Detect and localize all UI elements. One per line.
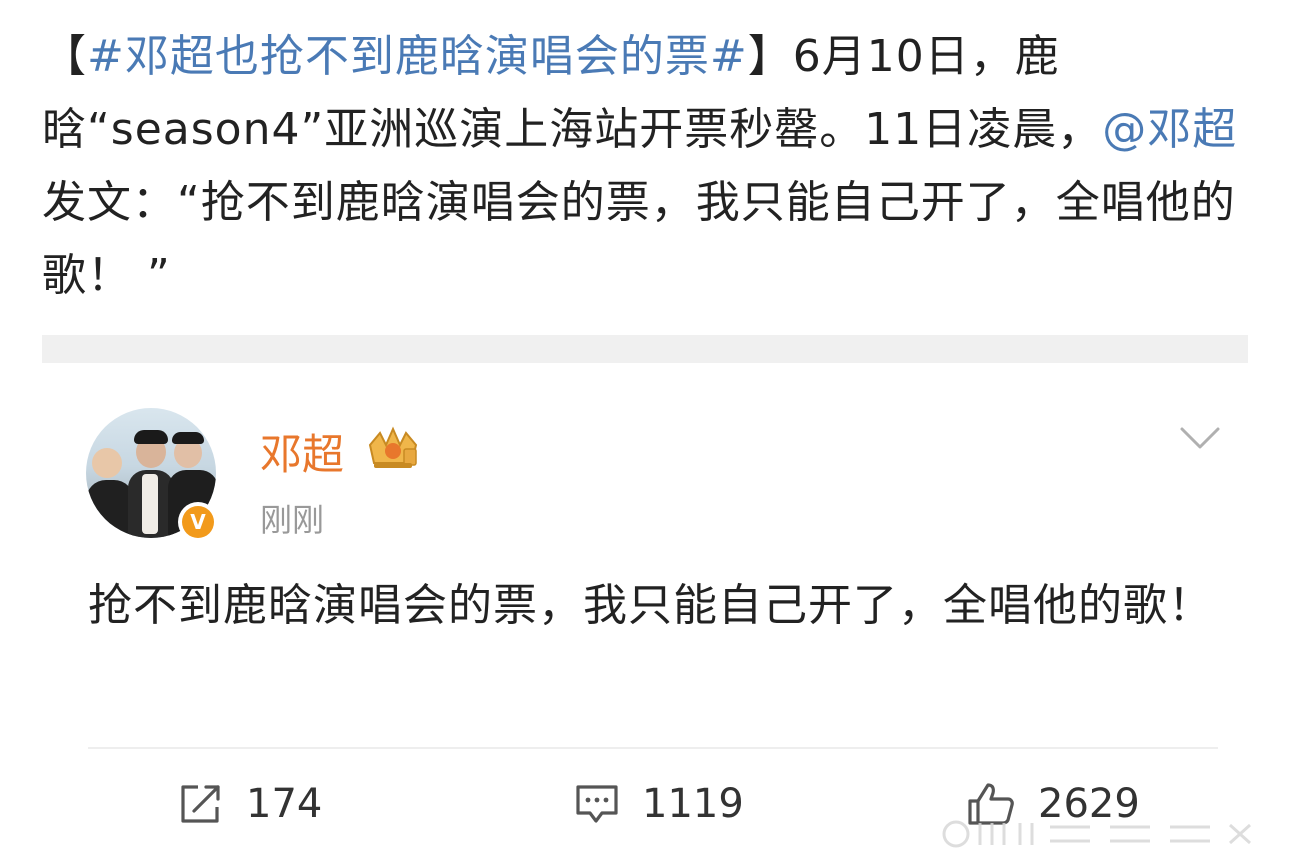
topic-link[interactable]: #邓超也抢不到鹿晗演唱会的票#	[87, 31, 748, 82]
comment-count: 1119	[642, 781, 744, 827]
post-text: 【#邓超也抢不到鹿晗演唱会的票#】6月10日，鹿晗“season4”亚洲巡演上海…	[42, 20, 1247, 312]
chevron-down-icon[interactable]	[1178, 423, 1222, 453]
topic-bracket-open: 【	[42, 31, 87, 82]
post-body-text-continued: 发文：“抢不到鹿晗演唱会的票，我只能自己开了，全唱他的歌！ ”	[42, 177, 1236, 301]
quoted-post-card: V 邓超 刚刚 抢不到鹿晗演唱会的票，我只能自己开了，全唱他的歌！ 174 11…	[66, 363, 1248, 859]
user-name[interactable]: 邓超	[260, 421, 344, 482]
comment-bubble-icon	[576, 785, 618, 823]
verified-badge: V	[178, 502, 218, 542]
action-bar-divider	[88, 747, 1218, 749]
crown-badge-icon	[368, 426, 418, 468]
quoted-post-text: 抢不到鹿晗演唱会的票，我只能自己开了，全唱他的歌！	[88, 580, 1213, 631]
repost-count: 174	[246, 781, 323, 827]
topic-bracket-close: 】	[747, 31, 793, 82]
share-box-icon	[181, 785, 220, 823]
card-gutter	[42, 363, 66, 859]
mention-link[interactable]: @邓超	[1102, 104, 1237, 155]
section-divider	[42, 335, 1248, 363]
repost-button[interactable]: 174	[178, 779, 322, 829]
post-time: 刚刚	[260, 501, 325, 539]
comment-button[interactable]: 1119	[574, 779, 744, 829]
watermark-icon	[942, 820, 1252, 848]
verified-icon: V	[182, 506, 214, 538]
